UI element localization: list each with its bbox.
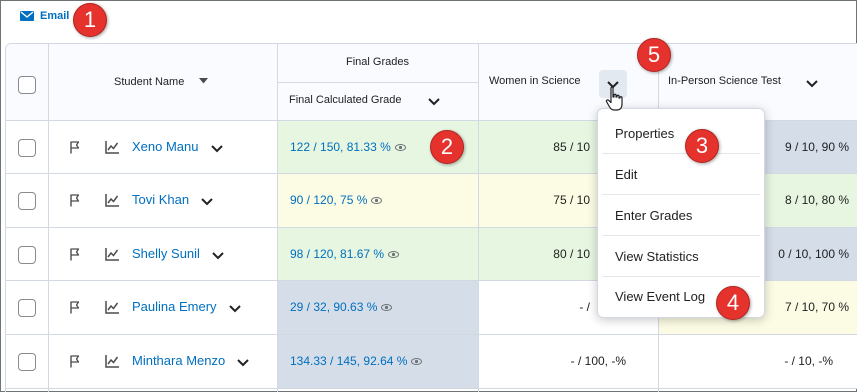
- header-subdivider: [277, 82, 478, 83]
- final-grade-value[interactable]: 29 / 32, 90.63 %: [290, 300, 393, 314]
- student-name-link[interactable]: Shelly Sunil: [132, 246, 200, 261]
- in-person-test-chevron-down-icon[interactable]: [806, 80, 818, 88]
- student-options-chevron-down-icon[interactable]: [210, 145, 223, 153]
- select-all-checkbox[interactable]: [18, 76, 36, 94]
- progress-chart-icon[interactable]: [105, 248, 119, 261]
- women-in-science-value[interactable]: 75 / 10: [553, 193, 590, 207]
- email-label: Email: [40, 10, 70, 22]
- women-in-science-cell: - / 100, -%: [479, 335, 658, 388]
- women-in-science-value[interactable]: 80 / 10: [553, 247, 590, 261]
- eye-icon: [388, 250, 400, 258]
- sort-caret-icon[interactable]: [199, 78, 208, 84]
- final-calculated-grade-header[interactable]: Final Calculated Grade: [289, 94, 402, 106]
- menu-item-edit[interactable]: Edit: [598, 154, 764, 194]
- callout-badge-1: 1: [73, 3, 107, 37]
- progress-chart-icon[interactable]: [105, 141, 119, 154]
- row-checkbox[interactable]: [18, 299, 36, 317]
- final-grade-value[interactable]: 122 / 150, 81.33 %: [290, 140, 406, 154]
- final-grade-text: 98 / 120, 81.67 %: [290, 247, 385, 261]
- student-name-header[interactable]: Student Name: [114, 76, 184, 88]
- student-options-chevron-down-icon[interactable]: [201, 198, 213, 206]
- eye-icon: [394, 143, 406, 151]
- women-in-science-value[interactable]: - /: [579, 300, 590, 314]
- women-in-science-value[interactable]: 85 / 10: [553, 140, 590, 154]
- progress-chart-icon[interactable]: [105, 355, 119, 368]
- in-person-test-value[interactable]: 7 / 10, 70 %: [785, 300, 849, 314]
- row-checkbox[interactable]: [18, 353, 36, 371]
- row-checkbox[interactable]: [18, 192, 36, 210]
- final-grade-text: 134.33 / 145, 92.64 %: [290, 354, 408, 368]
- student-options-chevron-down-icon[interactable]: [228, 305, 241, 313]
- final-grade-text: 122 / 150, 81.33 %: [290, 140, 391, 154]
- eye-icon: [411, 357, 423, 365]
- in-person-test-value[interactable]: 9 / 10, 90 %: [785, 140, 849, 154]
- final-grade-value[interactable]: 98 / 120, 81.67 %: [290, 247, 400, 261]
- in-person-science-test-header[interactable]: In-Person Science Test: [668, 75, 781, 87]
- final-grade-text: 90 / 120, 75 %: [290, 193, 368, 207]
- callout-badge-5: 5: [637, 38, 671, 72]
- in-person-test-value[interactable]: - / 10, -%: [784, 354, 833, 368]
- women-in-science-header[interactable]: Women in Science: [489, 75, 581, 87]
- student-name-link[interactable]: Tovi Khan: [132, 192, 189, 207]
- final-grade-cell: 90 / 120, 75 %: [278, 174, 478, 227]
- progress-chart-icon[interactable]: [105, 301, 119, 314]
- table-row: Minthara Menzo 134.33 / 145, 92.64 % - /…: [6, 335, 857, 389]
- final-grades-header: Final Grades: [346, 56, 409, 68]
- envelope-icon: [20, 11, 34, 21]
- row-checkbox[interactable]: [18, 246, 36, 264]
- women-in-science-value[interactable]: - / 100, -%: [571, 354, 626, 368]
- callout-badge-3: 3: [685, 129, 719, 163]
- flag-icon[interactable]: [70, 248, 80, 261]
- final-grade-value[interactable]: 134.33 / 145, 92.64 %: [290, 354, 423, 368]
- final-grade-cell: 98 / 120, 81.67 %: [278, 228, 478, 280]
- flag-icon[interactable]: [70, 141, 80, 154]
- row-checkbox[interactable]: [18, 139, 36, 157]
- student-options-chevron-down-icon[interactable]: [212, 252, 224, 260]
- final-grade-value[interactable]: 90 / 120, 75 %: [290, 193, 383, 207]
- student-options-chevron-down-icon[interactable]: [237, 359, 249, 367]
- menu-item-view-statistics[interactable]: View Statistics: [598, 236, 764, 276]
- final-grade-cell: 134.33 / 145, 92.64 %: [278, 335, 478, 388]
- hand-cursor-icon: [605, 86, 623, 111]
- final-grade-text: 29 / 32, 90.63 %: [290, 300, 378, 314]
- progress-chart-icon[interactable]: [105, 194, 119, 207]
- in-person-test-value[interactable]: 8 / 10, 80 %: [785, 193, 849, 207]
- eye-icon: [381, 303, 393, 311]
- menu-item-properties[interactable]: Properties: [598, 113, 764, 153]
- student-name-link[interactable]: Paulina Emery: [132, 299, 217, 314]
- student-name-link[interactable]: Minthara Menzo: [132, 353, 225, 368]
- callout-badge-4: 4: [716, 286, 750, 320]
- in-person-test-cell: - / 10, -%: [659, 335, 857, 388]
- menu-item-enter-grades[interactable]: Enter Grades: [598, 195, 764, 235]
- eye-icon: [371, 196, 383, 204]
- flag-icon[interactable]: [70, 301, 80, 314]
- email-button[interactable]: Email: [20, 10, 69, 22]
- student-name-link[interactable]: Xeno Manu: [132, 139, 199, 154]
- callout-badge-2: 2: [430, 130, 464, 164]
- flag-icon[interactable]: [70, 194, 80, 207]
- final-calculated-grade-chevron-down-icon[interactable]: [428, 98, 440, 106]
- final-grade-cell: 29 / 32, 90.63 %: [278, 281, 478, 334]
- flag-icon[interactable]: [70, 355, 80, 368]
- in-person-test-value[interactable]: 0 / 10, 100 %: [778, 247, 849, 261]
